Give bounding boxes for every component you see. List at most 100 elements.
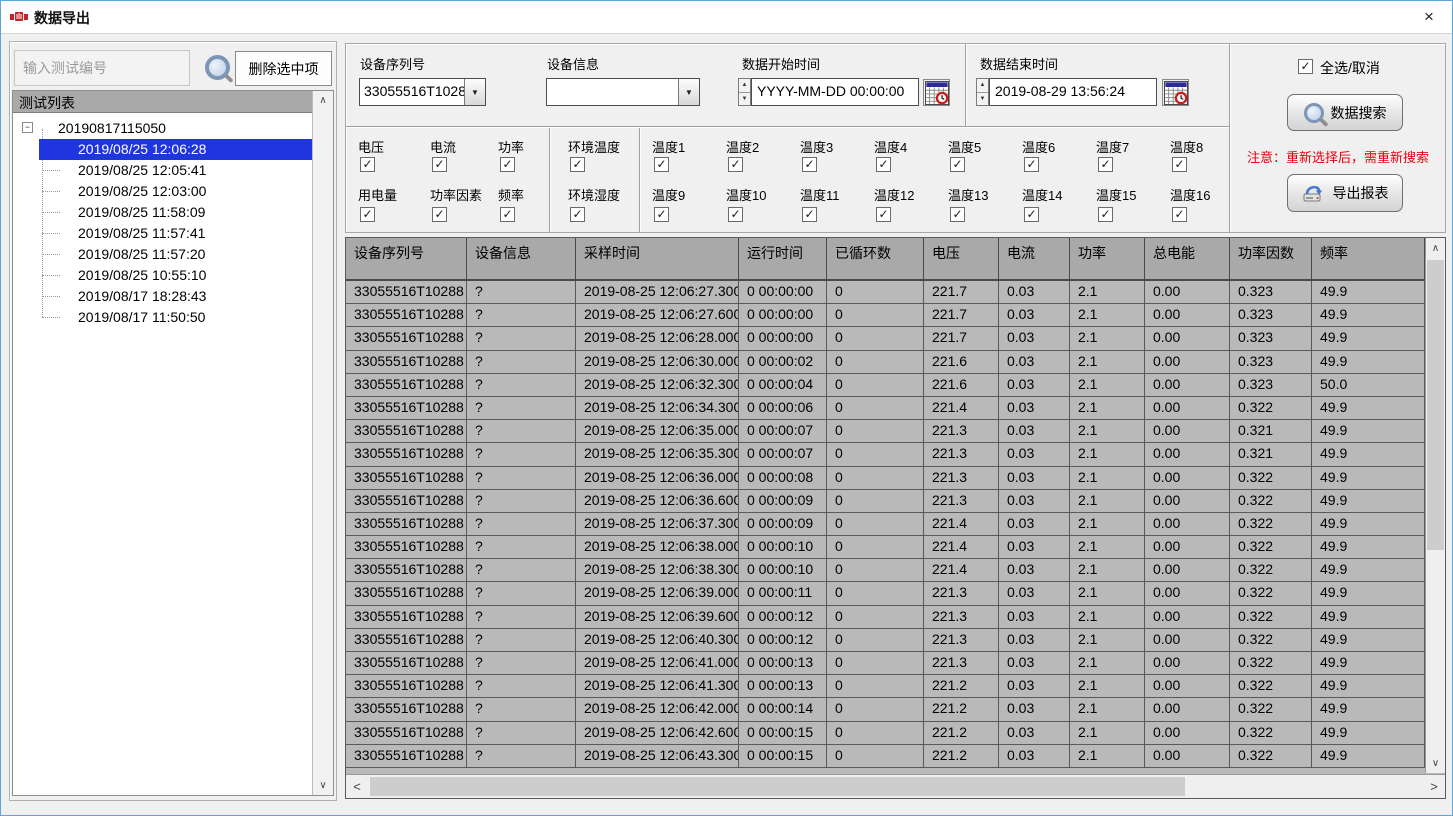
scroll-down-icon[interactable]: ∨ — [313, 776, 333, 795]
tree-item[interactable]: 2019/08/25 12:03:00 — [13, 181, 312, 202]
channel-checkbox[interactable]: ✓ — [432, 207, 447, 222]
device-info-combo[interactable]: ▼ — [546, 78, 700, 106]
channel-checkbox[interactable]: ✓ — [360, 207, 375, 222]
table-row[interactable]: 33055516T10288?2019-08-25 12:06:38.0000 … — [346, 536, 1425, 559]
table-row[interactable]: 33055516T10288?2019-08-25 12:06:30.0000 … — [346, 351, 1425, 374]
channel-checkbox[interactable]: ✓ — [570, 207, 585, 222]
tree-scrollbar[interactable]: ∧ ∨ — [312, 91, 333, 795]
scroll-up-icon[interactable]: ∧ — [1426, 238, 1445, 258]
scroll-right-icon[interactable]: > — [1425, 775, 1443, 798]
channel-checkbox[interactable]: ✓ — [950, 157, 965, 172]
cell: ? — [467, 281, 576, 303]
table-row[interactable]: 33055516T10288?2019-08-25 12:06:39.0000 … — [346, 582, 1425, 605]
tree-root-item[interactable]: − 20190817115050 — [13, 118, 312, 139]
tree-collapse-icon[interactable]: − — [22, 122, 33, 133]
table-row[interactable]: 33055516T10288?2019-08-25 12:06:37.3000 … — [346, 513, 1425, 536]
channel-checkbox[interactable]: ✓ — [432, 157, 447, 172]
delete-selected-button[interactable]: 删除选中项 — [235, 51, 332, 86]
tree-item[interactable]: 2019/08/25 12:05:41 — [13, 160, 312, 181]
channel-checkbox[interactable]: ✓ — [876, 157, 891, 172]
scroll-down-icon[interactable]: ∨ — [1426, 753, 1445, 773]
table-row[interactable]: 33055516T10288?2019-08-25 12:06:38.3000 … — [346, 559, 1425, 582]
channel-checkbox[interactable]: ✓ — [570, 157, 585, 172]
channel-checkbox[interactable]: ✓ — [1098, 157, 1113, 172]
tree-item[interactable]: 2019/08/25 11:58:09 — [13, 202, 312, 223]
cell: 0.00 — [1145, 698, 1230, 720]
table-row[interactable]: 33055516T10288?2019-08-25 12:06:35.0000 … — [346, 420, 1425, 443]
channel-checkbox[interactable]: ✓ — [802, 157, 817, 172]
channel-checkbox[interactable]: ✓ — [1172, 207, 1187, 222]
table-row[interactable]: 33055516T10288?2019-08-25 12:06:34.3000 … — [346, 397, 1425, 420]
channel-checkbox[interactable]: ✓ — [500, 157, 515, 172]
close-button[interactable]: × — [1406, 1, 1452, 32]
tree-item[interactable]: 2019/08/17 18:28:43 — [13, 286, 312, 307]
cell: 49.9 — [1312, 675, 1425, 697]
spin-up-icon[interactable]: ▲ — [739, 79, 750, 93]
table-row[interactable]: 33055516T10288?2019-08-25 12:06:36.6000 … — [346, 490, 1425, 513]
channel-checkbox[interactable]: ✓ — [654, 157, 669, 172]
data-search-button[interactable]: 数据搜索 — [1287, 94, 1403, 131]
table-row[interactable]: 33055516T10288?2019-08-25 12:06:27.3000 … — [346, 281, 1425, 304]
start-time-spinner[interactable]: ▲▼ — [738, 78, 751, 106]
horizontal-scroll-thumb[interactable] — [370, 777, 1185, 796]
table-row[interactable]: 33055516T10288?2019-08-25 12:06:35.3000 … — [346, 443, 1425, 466]
channel-checkbox[interactable]: ✓ — [802, 207, 817, 222]
channel-label: 温度9 — [652, 185, 685, 204]
table-row[interactable]: 33055516T10288?2019-08-25 12:06:27.6000 … — [346, 304, 1425, 327]
channel-checkbox[interactable]: ✓ — [360, 157, 375, 172]
tree-item[interactable]: 2019/08/25 11:57:20 — [13, 244, 312, 265]
table-row[interactable]: 33055516T10288?2019-08-25 12:06:39.6000 … — [346, 606, 1425, 629]
device-serial-combo[interactable]: 33055516T10288 ▼ — [359, 78, 486, 106]
table-row[interactable]: 33055516T10288?2019-08-25 12:06:42.0000 … — [346, 698, 1425, 721]
tree-item-label: 2019/08/25 11:58:09 — [78, 204, 205, 220]
spin-up-icon[interactable]: ▲ — [977, 79, 988, 93]
channel-checkbox[interactable]: ✓ — [728, 157, 743, 172]
scroll-up-icon[interactable]: ∧ — [313, 91, 333, 110]
channel-checkbox[interactable]: ✓ — [654, 207, 669, 222]
channel-checkbox[interactable]: ✓ — [1024, 207, 1039, 222]
vertical-scroll-thumb[interactable] — [1427, 260, 1444, 550]
cell: 33055516T10288 — [346, 281, 467, 303]
end-calendar-button[interactable] — [1162, 79, 1189, 106]
channel-checkbox[interactable]: ✓ — [1172, 157, 1187, 172]
chevron-down-icon[interactable]: ▼ — [678, 79, 699, 105]
search-icon-button[interactable] — [200, 55, 234, 85]
table-row[interactable]: 33055516T10288?2019-08-25 12:06:36.0000 … — [346, 467, 1425, 490]
channel-label: 温度10 — [726, 185, 766, 204]
device-serial-value[interactable]: 33055516T10288 — [360, 79, 464, 105]
channel-checkbox[interactable]: ✓ — [1024, 157, 1039, 172]
channel-checkbox[interactable]: ✓ — [500, 207, 515, 222]
chevron-down-icon[interactable]: ▼ — [464, 79, 485, 105]
start-calendar-button[interactable] — [923, 79, 950, 106]
table-row[interactable]: 33055516T10288?2019-08-25 12:06:32.3000 … — [346, 374, 1425, 397]
table-row[interactable]: 33055516T10288?2019-08-25 12:06:43.3000 … — [346, 745, 1425, 768]
table-row[interactable]: 33055516T10288?2019-08-25 12:06:28.0000 … — [346, 327, 1425, 350]
select-all-checkbox[interactable]: ✓ — [1298, 59, 1313, 74]
table-vertical-scrollbar[interactable]: ∧ ∨ — [1425, 238, 1445, 773]
spin-down-icon[interactable]: ▼ — [739, 93, 750, 106]
spin-down-icon[interactable]: ▼ — [977, 93, 988, 106]
table-row[interactable]: 33055516T10288?2019-08-25 12:06:42.6000 … — [346, 722, 1425, 745]
export-report-button[interactable]: 导出报表 — [1287, 174, 1403, 212]
column-header: 采样时间 — [576, 238, 739, 279]
channel-checkbox[interactable]: ✓ — [728, 207, 743, 222]
device-info-value[interactable] — [547, 79, 678, 105]
cell: 2019-08-25 12:06:40.300 — [576, 629, 739, 651]
tree-item[interactable]: 2019/08/25 12:06:28 — [13, 139, 312, 160]
table-row[interactable]: 33055516T10288?2019-08-25 12:06:41.3000 … — [346, 675, 1425, 698]
table-horizontal-scrollbar[interactable]: < > — [346, 774, 1445, 798]
channel-checkbox[interactable]: ✓ — [1098, 207, 1113, 222]
channel-checkbox[interactable]: ✓ — [950, 207, 965, 222]
scroll-left-icon[interactable]: < — [348, 775, 366, 798]
cell: 0.322 — [1230, 722, 1312, 744]
end-time-spinner[interactable]: ▲▼ — [976, 78, 989, 106]
tree-item[interactable]: 2019/08/17 11:50:50 — [13, 307, 312, 328]
table-row[interactable]: 33055516T10288?2019-08-25 12:06:40.3000 … — [346, 629, 1425, 652]
table-row[interactable]: 33055516T10288?2019-08-25 12:06:41.0000 … — [346, 652, 1425, 675]
channel-checkbox[interactable]: ✓ — [876, 207, 891, 222]
search-input[interactable] — [14, 50, 190, 86]
tree-item[interactable]: 2019/08/25 10:55:10 — [13, 265, 312, 286]
start-time-field[interactable]: YYYY-MM-DD 00:00:00 — [751, 78, 919, 106]
end-time-field[interactable]: 2019-08-29 13:56:24 — [989, 78, 1157, 106]
tree-item[interactable]: 2019/08/25 11:57:41 — [13, 223, 312, 244]
